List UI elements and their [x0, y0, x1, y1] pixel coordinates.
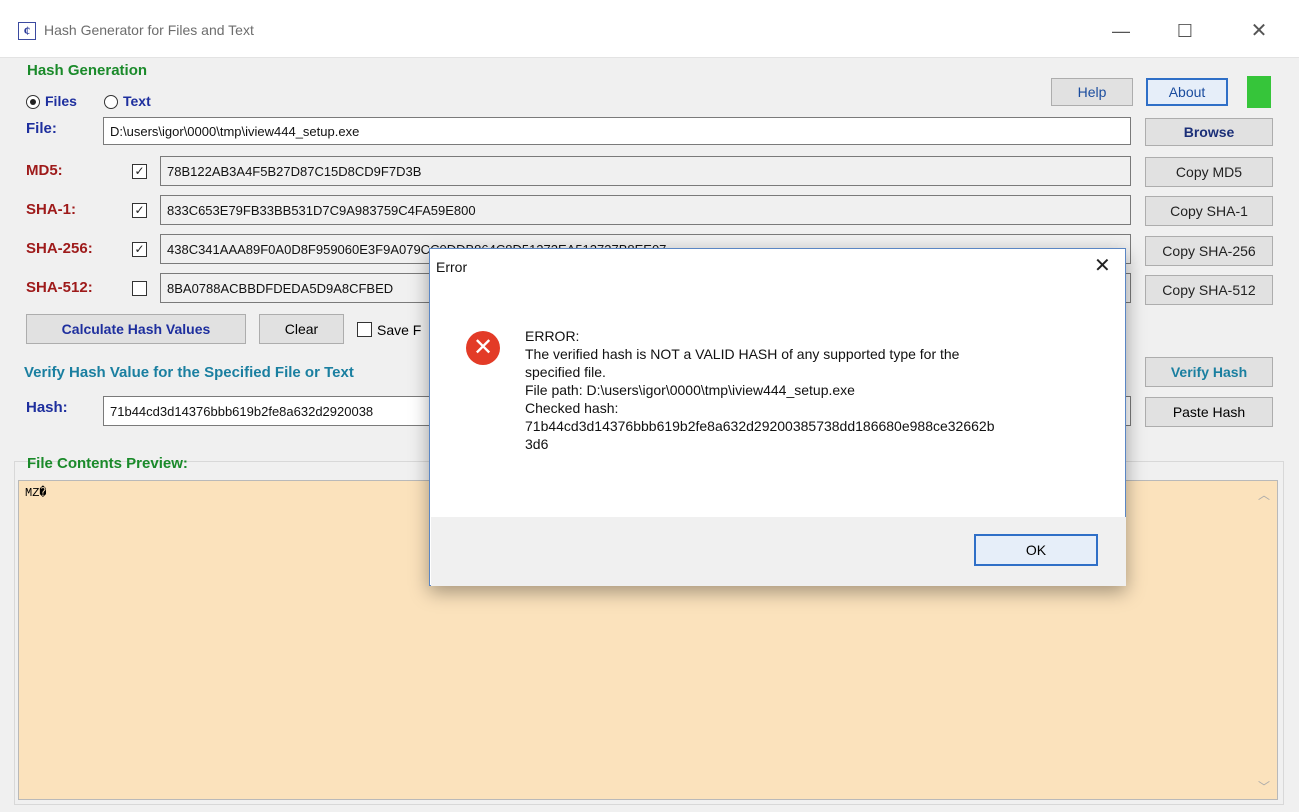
window-title: Hash Generator for Files and Text: [44, 22, 254, 38]
status-indicator: [1247, 76, 1271, 108]
copy-md5-button[interactable]: Copy MD5: [1145, 157, 1273, 187]
help-button[interactable]: Help: [1051, 78, 1133, 106]
sha1-label: SHA-1:: [26, 201, 77, 218]
dialog-message: ERROR: The verified hash is NOT a VALID …: [525, 327, 1105, 453]
md5-checkbox[interactable]: ✓: [132, 164, 147, 179]
browse-button[interactable]: Browse: [1145, 118, 1273, 146]
file-label: File:: [26, 120, 57, 137]
copy-sha256-button[interactable]: Copy SHA-256: [1145, 236, 1273, 266]
verify-hash-button[interactable]: Verify Hash: [1145, 357, 1273, 387]
about-button[interactable]: About: [1146, 78, 1228, 106]
paste-hash-button[interactable]: Paste Hash: [1145, 397, 1273, 427]
save-checkbox[interactable]: [357, 322, 372, 337]
sha512-label: SHA-512:: [26, 279, 93, 296]
scroll-up-icon[interactable]: ︿: [1258, 486, 1270, 503]
preview-group-label: File Contents Preview:: [27, 455, 188, 472]
dialog-message-line: The verified hash is NOT a VALID HASH of…: [525, 346, 960, 362]
copy-sha1-button[interactable]: Copy SHA-1: [1145, 196, 1273, 226]
calculate-hash-button[interactable]: Calculate Hash Values: [26, 314, 246, 344]
dialog-message-line: specified file.: [525, 364, 606, 380]
save-checkbox-label[interactable]: Save F: [377, 322, 421, 338]
text-radio-label[interactable]: Text: [123, 93, 151, 109]
md5-value-field[interactable]: 78B122AB3A4F5B27D87C15D8CD9F7D3B: [160, 156, 1131, 186]
dialog-message-line: Checked hash:: [525, 400, 619, 416]
clear-button[interactable]: Clear: [259, 314, 344, 344]
sha1-checkbox[interactable]: ✓: [132, 203, 147, 218]
copy-sha512-button[interactable]: Copy SHA-512: [1145, 275, 1273, 305]
error-dialog: Error ✕ ✕ ERROR: The verified hash is NO…: [429, 248, 1126, 586]
error-icon: ✕: [466, 331, 500, 365]
files-radio[interactable]: [26, 95, 40, 109]
minimize-button[interactable]: —: [1098, 16, 1144, 46]
maximize-button[interactable]: ☐: [1162, 16, 1208, 46]
dialog-message-line: 71b44cd3d14376bbb619b2fe8a632d2920038573…: [525, 418, 995, 434]
hash-label: Hash:: [26, 399, 68, 416]
files-radio-label[interactable]: Files: [45, 93, 77, 109]
sha512-checkbox[interactable]: [132, 281, 147, 296]
sha256-label: SHA-256:: [26, 240, 93, 257]
close-window-button[interactable]: ✕: [1236, 16, 1282, 46]
dialog-message-line: ERROR:: [525, 328, 580, 344]
dialog-title: Error: [436, 259, 468, 275]
scroll-down-icon[interactable]: ﹀: [1258, 778, 1270, 795]
file-path-input[interactable]: D:\users\igor\0000\tmp\iview444_setup.ex…: [103, 117, 1131, 145]
dialog-close-button[interactable]: ✕: [1094, 253, 1111, 278]
hash-generation-group-label: Hash Generation: [27, 62, 148, 79]
dialog-message-line: 3d6: [525, 436, 549, 452]
sha1-value-field[interactable]: 833C653E79FB33BB531D7C9A983759C4FA59E800: [160, 195, 1131, 225]
verify-group-label: Verify Hash Value for the Specified File…: [24, 364, 354, 381]
text-radio[interactable]: [104, 95, 118, 109]
app-logo-icon: ¢: [18, 22, 36, 40]
dialog-message-line: File path: D:\users\igor\0000\tmp\iview4…: [525, 382, 855, 398]
sha256-checkbox[interactable]: ✓: [132, 242, 147, 257]
md5-label: MD5:: [26, 162, 63, 179]
ok-button[interactable]: OK: [974, 534, 1098, 566]
